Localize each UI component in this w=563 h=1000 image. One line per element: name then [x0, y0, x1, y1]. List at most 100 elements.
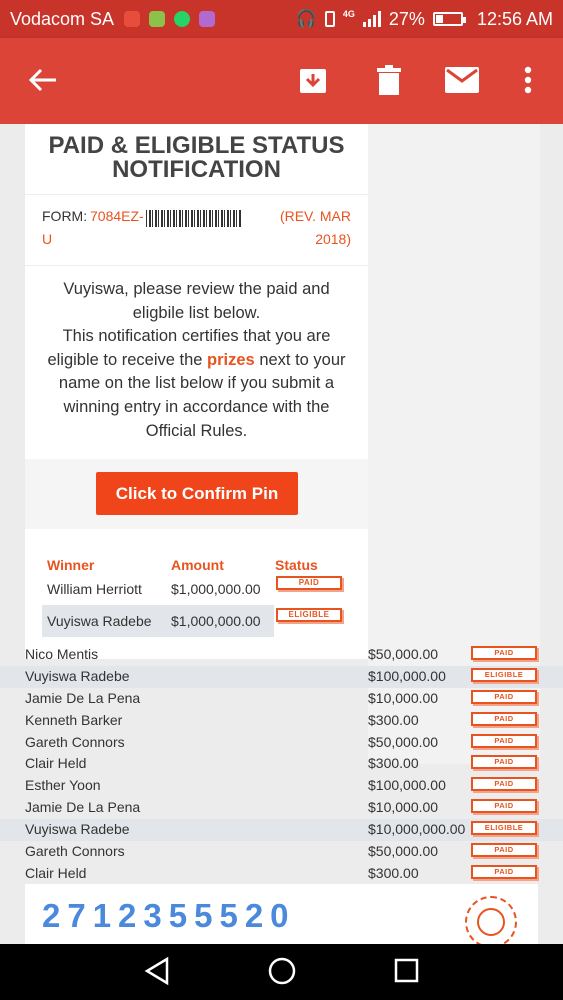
paid-stamp: PAID	[471, 864, 537, 879]
paid-stamp: PAID	[471, 777, 537, 792]
back-arrow-icon[interactable]	[26, 60, 60, 100]
message-line: winning entry in accordance with the	[63, 397, 330, 416]
android-app-icon	[149, 11, 166, 27]
paid-stamp: PAID	[471, 799, 537, 814]
list-name: Gareth Connors	[25, 843, 125, 860]
navigation-bar	[0, 944, 563, 1000]
vibrate-icon	[324, 11, 335, 27]
pin-number: 2712355520	[42, 897, 296, 934]
recents-square-icon[interactable]	[394, 956, 420, 991]
title-line-1: PAID & ELIGIBLE STATUS	[48, 132, 345, 159]
cta-area: Click to Confirm Pin	[25, 459, 368, 530]
list-name: Jamie De La Pena	[25, 689, 141, 706]
winner-row: Vuyiswa Radebe $1,000,000.00	[42, 605, 274, 638]
paid-stamp: PAID	[471, 843, 537, 858]
list-name: Vuyiswa Radebe	[25, 667, 130, 684]
list-amount: $100,000.00	[368, 777, 446, 794]
list-name: Clair Held	[25, 755, 87, 772]
list-amount: $300.00	[368, 864, 419, 881]
list-row: Vuyiswa Radebe $100,000.00 ELIGIBLE	[0, 665, 563, 688]
more-icon[interactable]	[520, 60, 536, 100]
list-name: Jamie De La Pena	[25, 799, 141, 816]
notification-title: PAID & ELIGIBLE STATUS NOTIFICATION	[25, 124, 368, 194]
signal-icon	[362, 11, 381, 27]
clock: 12:56 AM	[476, 8, 553, 29]
back-triangle-icon[interactable]	[143, 956, 171, 991]
winner-amount: $1,000,000.00	[171, 581, 261, 598]
list-row: Vuyiswa Radebe $10,000,000.00 ELIGIBLE	[0, 819, 563, 842]
app-bar	[0, 38, 563, 124]
winner-name: William Herriott	[47, 581, 142, 598]
winners-table: Winner Amount Status William Herriott $1…	[25, 529, 368, 659]
list-row: Clair Held $300.00 PAID	[0, 753, 563, 775]
battery-percent: 27%	[388, 8, 425, 29]
list-name: Gareth Connors	[25, 733, 125, 750]
list-amount: $10,000,000.00	[368, 821, 466, 838]
music-app-icon	[124, 11, 141, 27]
list-row: Clair Held $300.00 PAID	[0, 863, 563, 885]
list-amount: $100,000.00	[368, 667, 446, 684]
paid-stamp: PAID	[471, 689, 537, 704]
list-amount: $10,000.00	[368, 689, 439, 706]
list-amount: $300.00	[368, 711, 419, 728]
barcode-icon	[146, 210, 241, 227]
paid-stamp: PAID	[276, 576, 342, 591]
title-line-2: NOTIFICATION	[112, 156, 281, 183]
message-line: name on the list below if you submit a	[58, 374, 335, 393]
message-line: Vuyiswa, please review the paid and	[63, 280, 330, 298]
list-row: Kenneth Barker $300.00 PAID	[0, 710, 563, 732]
pin-box: 2712355520	[25, 884, 538, 944]
eligible-stamp: ELIGIBLE	[471, 821, 537, 836]
list-name: Nico Mentis	[25, 646, 99, 662]
winner-header: Winner	[47, 557, 95, 574]
list-row: Gareth Connors $50,000.00 PAID	[0, 841, 563, 863]
battery-icon	[432, 12, 466, 26]
prizes-emphasis: prizes	[207, 350, 255, 369]
list-amount: $50,000.00	[368, 733, 439, 750]
home-circle-icon[interactable]	[267, 956, 297, 991]
list-row: Jamie De La Pena $10,000.00 PAID	[0, 797, 563, 819]
paid-stamp: PAID	[471, 733, 537, 748]
form-code: 7084EZ-	[90, 208, 144, 224]
list-amount: $300.00	[368, 755, 419, 772]
list-name: Vuyiswa Radebe	[25, 821, 130, 838]
revision-line-1: (REV. MAR	[279, 208, 351, 224]
form-code-continued: U	[42, 231, 53, 247]
list-row: Esther Yoon $100,000.00 PAID	[0, 775, 563, 797]
list-row: Nico Mentis $50,000.00 PAID	[0, 644, 563, 666]
whatsapp-icon	[174, 11, 191, 27]
list-row: Jamie De La Pena $10,000.00 PAID	[0, 688, 563, 710]
list-amount: $50,000.00	[368, 646, 439, 662]
list-row: Gareth Connors $50,000.00 PAID	[0, 732, 563, 754]
email-body: PAID & ELIGIBLE STATUS NOTIFICATION FORM…	[0, 124, 563, 944]
revision-line-2: 2018)	[315, 231, 351, 247]
eligible-stamp: ELIGIBLE	[276, 608, 342, 623]
paid-stamp: PAID	[471, 711, 537, 726]
message-line: eligbile list below.	[132, 303, 261, 322]
form-row: FORM: 7084EZ- U (REV. MAR 2018)	[25, 194, 368, 266]
confirm-pin-button[interactable]: Click to Confirm Pin	[96, 472, 298, 516]
winner-amount: $1,000,000.00	[171, 613, 261, 630]
message-line: This notification certifies that you are	[62, 327, 331, 346]
eligible-stamp: ELIGIBLE	[471, 667, 537, 682]
winner-name: Vuyiswa Radebe	[47, 613, 152, 630]
delete-icon[interactable]	[372, 60, 406, 100]
notification-card: PAID & ELIGIBLE STATUS NOTIFICATION FORM…	[25, 124, 368, 660]
archive-icon[interactable]	[296, 60, 330, 100]
amount-header: Amount	[171, 557, 224, 574]
notification-message: Vuyiswa, please review the paid and elig…	[25, 266, 368, 443]
status-bar: Vodacom SA 🎧 4G 27% 12:56 AM	[0, 0, 563, 38]
seal-icon-inner	[477, 908, 505, 936]
list-name: Kenneth Barker	[25, 711, 123, 728]
message-line: eligible to receive the prizes next to y…	[47, 350, 346, 369]
gallery-icon	[199, 11, 216, 27]
list-amount: $50,000.00	[368, 843, 439, 860]
list-name: Clair Held	[25, 864, 87, 881]
form-label: FORM:	[42, 208, 88, 224]
carrier-name: Vodacom SA	[10, 8, 115, 29]
list-amount: $10,000.00	[368, 799, 439, 816]
message-line: Official Rules.	[145, 421, 248, 440]
status-header: Status	[275, 557, 318, 574]
mail-icon[interactable]	[444, 60, 480, 100]
winners-list: Nico Mentis $50,000.00 PAID Vuyiswa Radebe $…	[0, 644, 563, 885]
